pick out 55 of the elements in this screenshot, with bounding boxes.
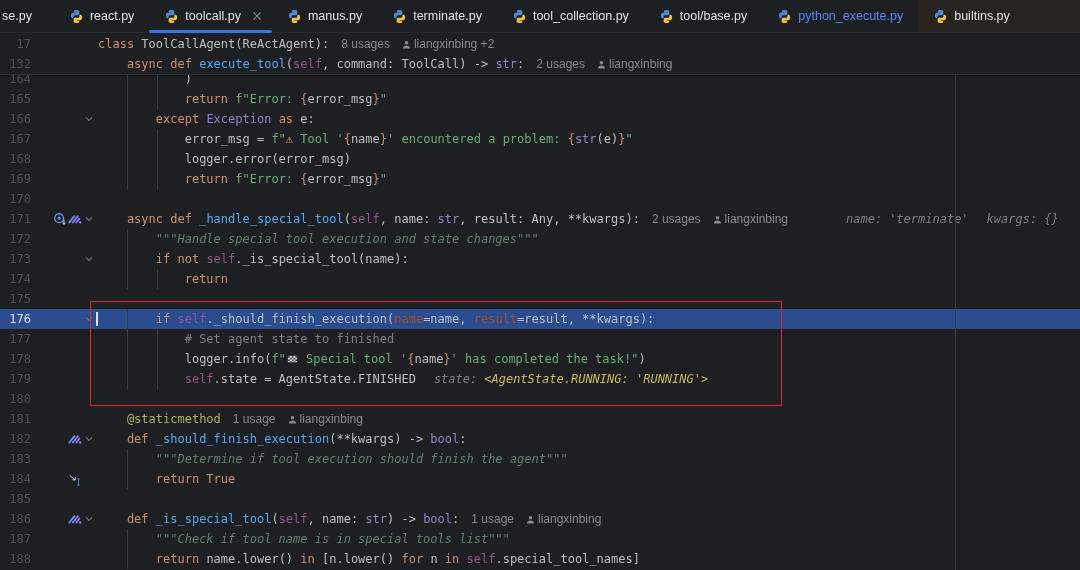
line-number: 176 <box>8 312 32 326</box>
editor-tab[interactable]: react.py <box>53 0 150 32</box>
person-icon <box>597 59 606 69</box>
python-file-icon <box>392 8 408 24</box>
python-file-icon <box>777 8 793 24</box>
fold-chevron-icon[interactable] <box>84 254 94 264</box>
code-line: async def execute_tool(self, command: ToolCall) -> str: <box>125 56 525 73</box>
ai-stripes-icon[interactable] <box>68 212 82 226</box>
usage-count[interactable]: 2 usages <box>651 212 701 226</box>
editor-tab[interactable]: manus.py <box>271 0 378 32</box>
checkered-flag-icon <box>286 353 298 365</box>
python-file-icon <box>68 8 84 24</box>
implementation-icon[interactable] <box>53 212 67 226</box>
author-name[interactable]: liangxinbing +2 <box>413 37 495 51</box>
fold-chevron-icon[interactable] <box>84 434 94 444</box>
debug-label: kwargs: <box>986 212 1038 226</box>
editor-tab[interactable]: toolcall.py <box>149 0 272 32</box>
python-file-icon <box>933 8 949 24</box>
editor-tab[interactable]: builtins.py <box>918 0 1080 32</box>
debug-label: name: <box>846 212 883 226</box>
debug-value: 'terminate' <box>889 212 969 226</box>
python-file-icon <box>658 8 674 24</box>
debug-value: {} <box>1044 212 1059 226</box>
usage-count[interactable]: 1 usage <box>471 512 514 526</box>
debug-value: <AgentState.RUNNING: 'RUNNING'> <box>484 372 709 386</box>
debug-label: state: <box>433 372 478 386</box>
ai-stripes-icon[interactable] <box>68 432 82 446</box>
step-into-icon[interactable] <box>68 472 82 486</box>
editor-tab[interactable]: tool_collection.py <box>496 0 644 32</box>
author-name[interactable]: liangxinbing <box>299 412 363 426</box>
fold-chevron-icon[interactable] <box>84 514 94 524</box>
usage-count[interactable]: 8 usages <box>341 37 390 51</box>
person-icon <box>526 514 535 524</box>
author-name[interactable]: liangxinbing <box>609 57 673 71</box>
close-icon[interactable] <box>251 11 262 21</box>
fold-chevron-icon[interactable] <box>84 114 94 124</box>
fold-chevron-icon[interactable] <box>84 214 94 224</box>
python-file-icon <box>511 8 527 24</box>
code-line: class ToolCallAgent(ReActAgent): <box>98 36 330 53</box>
person-icon <box>401 39 411 49</box>
person-icon <box>287 414 297 424</box>
python-file-icon <box>164 8 180 24</box>
text-caret <box>96 312 98 326</box>
code-line: Special tool '{name}' has completed the task!") <box>305 351 646 368</box>
author-name[interactable]: liangxinbing <box>538 512 602 526</box>
editor-tab[interactable]: python_execute.py <box>762 0 919 32</box>
author-name[interactable]: liangxinbing <box>724 212 788 226</box>
editor-tab[interactable]: terminate.py <box>377 0 497 32</box>
usage-count[interactable]: 1 usage <box>232 412 276 426</box>
person-icon <box>712 214 722 224</box>
ai-stripes-icon[interactable] <box>68 512 82 526</box>
editor-tab[interactable]: se.py <box>0 0 54 32</box>
editor-tab[interactable]: tool/base.py <box>643 0 763 32</box>
usage-count[interactable]: 2 usages <box>536 57 585 71</box>
python-file-icon <box>286 8 302 24</box>
